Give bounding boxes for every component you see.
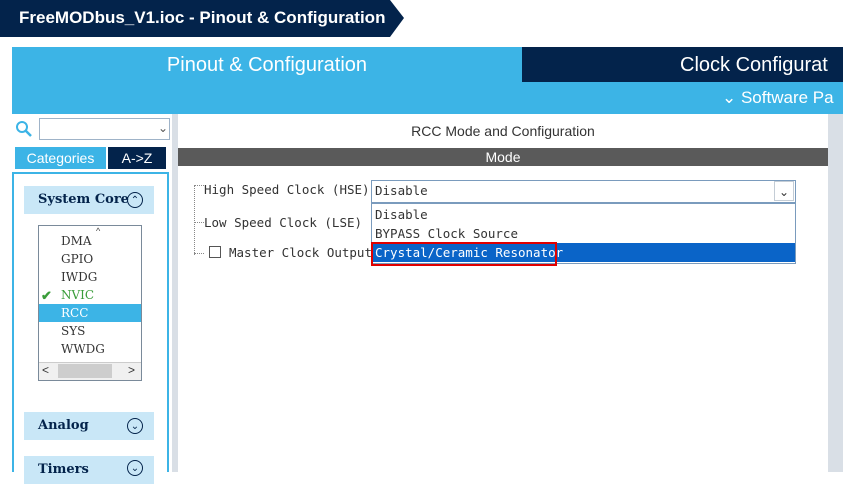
option-bypass-clock-source[interactable]: BYPASS Clock Source: [373, 224, 795, 243]
sub-toolbar: [12, 82, 843, 114]
expand-down-icon[interactable]: ⌄: [127, 418, 143, 434]
chevron-down-icon[interactable]: ⌄: [158, 121, 168, 135]
list-item-wwdg[interactable]: WWDG: [39, 340, 141, 358]
scroll-left-icon[interactable]: <: [42, 363, 49, 377]
highlight-annotation: [371, 242, 557, 266]
tree-connector: [194, 185, 204, 255]
expand-down-icon[interactable]: ⌄: [127, 460, 143, 476]
panel-divider[interactable]: [172, 114, 178, 472]
scroll-right-icon[interactable]: >: [128, 363, 135, 377]
list-item-nvic[interactable]: NVIC: [39, 286, 141, 304]
list-item-rcc[interactable]: RCC: [39, 304, 141, 322]
list-item-dma[interactable]: DMA: [39, 232, 141, 250]
lse-label: Low Speed Clock (LSE): [204, 215, 363, 230]
collapse-up-icon[interactable]: ⌃: [127, 192, 143, 208]
tab-pinout-configuration[interactable]: Pinout & Configuration: [12, 47, 522, 82]
window-title: FreeMODbus_V1.ioc - Pinout & Configurati…: [19, 8, 386, 27]
hse-label: High Speed Clock (HSE): [204, 182, 370, 197]
list-item-gpio[interactable]: GPIO: [39, 250, 141, 268]
mco-label: Master Clock Output: [229, 245, 372, 260]
search-input[interactable]: [39, 118, 170, 140]
chevron-down-icon[interactable]: ⌄: [774, 181, 794, 201]
rcc-panel-title: RCC Mode and Configuration: [178, 114, 828, 148]
software-packs-menu[interactable]: ⌄ Software Pa: [722, 88, 834, 108]
tree-connector: [194, 222, 204, 223]
hse-select-value: Disable: [375, 183, 428, 198]
option-disable[interactable]: Disable: [373, 205, 795, 224]
right-scrollbar[interactable]: [828, 114, 843, 472]
tab-clock-configuration[interactable]: Clock Configurat: [522, 47, 843, 82]
list-item-iwdg[interactable]: IWDG: [39, 268, 141, 286]
breadcrumb-arrow: [390, 0, 404, 37]
tab-categories[interactable]: Categories: [15, 147, 106, 169]
list-item-sys[interactable]: SYS: [39, 322, 141, 340]
search-icon[interactable]: [15, 120, 33, 138]
check-icon: ✔: [41, 288, 52, 303]
mco-checkbox[interactable]: [209, 246, 221, 258]
scrollbar-thumb[interactable]: [58, 364, 112, 378]
mode-section-header: Mode: [178, 148, 828, 166]
tab-a-z[interactable]: A->Z: [108, 147, 166, 169]
hse-select[interactable]: [371, 180, 796, 203]
tree-connector: [194, 253, 204, 254]
